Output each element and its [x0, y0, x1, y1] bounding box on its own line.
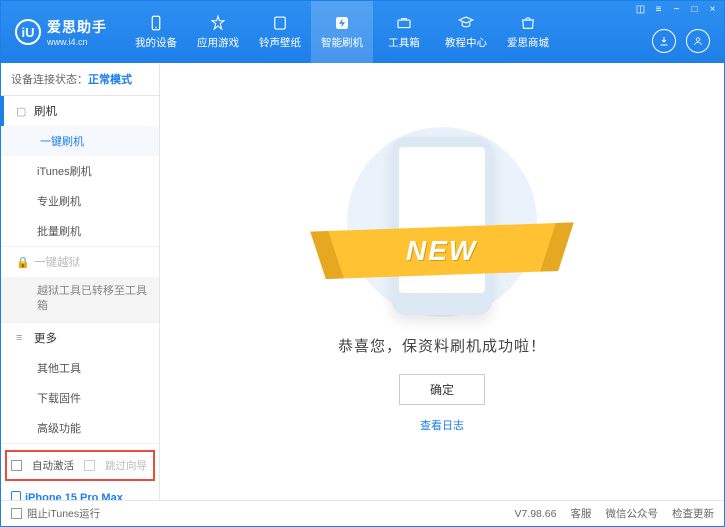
nav-ringtone-wallpaper[interactable]: 铃声壁纸	[249, 1, 311, 63]
jailbreak-note: 越狱工具已转移至工具箱	[1, 277, 159, 322]
account-button[interactable]	[686, 29, 710, 53]
logo: iU 爱思助手 www.i4.cn	[1, 17, 119, 47]
device-icon	[147, 14, 165, 32]
block-itunes-checkbox[interactable]	[11, 508, 22, 519]
status-mode: 正常模式	[88, 74, 132, 86]
auto-activate-checkbox[interactable]	[11, 460, 22, 471]
toolbox-icon	[395, 14, 413, 32]
options-row: 自动激活 跳过向导	[5, 450, 155, 481]
lock-icon: 🔒	[16, 256, 28, 269]
section-jailbreak: 🔒 一键越狱	[1, 247, 159, 277]
sidebar: 设备连接状态：正常模式 ▢刷机 一键刷机 iTunes刷机 专业刷机 批量刷机 …	[1, 63, 160, 500]
nav-label: 教程中心	[445, 35, 487, 50]
apps-icon	[209, 14, 227, 32]
sidebar-item-pro-flash[interactable]: 专业刷机	[1, 186, 159, 216]
store-icon	[519, 14, 537, 32]
logo-icon: iU	[15, 19, 41, 45]
section-title: 一键越狱	[34, 254, 80, 270]
skip-guide-checkbox[interactable]	[84, 460, 95, 471]
main-nav: 我的设备 应用游戏 铃声壁纸 智能刷机 工具箱 教程中心 爱思商城	[125, 1, 559, 63]
skin-icon[interactable]: ◫	[635, 4, 646, 15]
flash-section-icon: ▢	[16, 105, 28, 118]
device-status: 设备连接状态：正常模式	[1, 63, 159, 96]
media-icon	[271, 14, 289, 32]
nav-store[interactable]: 爱思商城	[497, 1, 559, 63]
main-content: NEW 恭喜您，保资料刷机成功啦！ 确定 查看日志	[160, 63, 724, 500]
sidebar-item-batch-flash[interactable]: 批量刷机	[1, 216, 159, 246]
nav-tutorial[interactable]: 教程中心	[435, 1, 497, 63]
minimize-icon[interactable]: −	[671, 4, 682, 15]
version-label: V7.98.66	[514, 508, 556, 520]
nav-my-device[interactable]: 我的设备	[125, 1, 187, 63]
section-flash[interactable]: ▢ 刷机	[1, 96, 159, 126]
app-title: 爱思助手	[47, 17, 107, 37]
app-header: iU 爱思助手 www.i4.cn 我的设备 应用游戏 铃声壁纸 智能刷机 工具…	[1, 1, 724, 63]
sidebar-item-other-tools[interactable]: 其他工具	[1, 353, 159, 383]
nav-label: 工具箱	[388, 35, 420, 50]
section-more[interactable]: ≡ 更多	[1, 323, 159, 353]
nav-label: 我的设备	[135, 35, 177, 50]
support-link[interactable]: 客服	[571, 506, 592, 521]
maximize-icon[interactable]: □	[689, 4, 700, 15]
more-icon: ≡	[16, 332, 28, 344]
sidebar-item-itunes-flash[interactable]: iTunes刷机	[1, 156, 159, 186]
status-label: 设备连接状态：	[11, 74, 88, 86]
app-url: www.i4.cn	[47, 37, 107, 47]
wechat-link[interactable]: 微信公众号	[606, 506, 659, 521]
sidebar-item-advanced[interactable]: 高级功能	[1, 413, 159, 443]
block-itunes-label: 阻止iTunes运行	[27, 506, 100, 521]
sidebar-item-download-firmware[interactable]: 下载固件	[1, 383, 159, 413]
window-controls: ◫ ≡ − □ ×	[635, 4, 718, 15]
nav-apps-games[interactable]: 应用游戏	[187, 1, 249, 63]
status-footer: 阻止iTunes运行 V7.98.66 客服 微信公众号 检查更新	[1, 500, 724, 526]
skip-guide-label: 跳过向导	[105, 458, 147, 473]
success-illustration: NEW	[367, 131, 517, 321]
flash-icon	[333, 14, 351, 32]
section-title: 更多	[34, 330, 57, 346]
section-title: 刷机	[34, 103, 57, 119]
ok-button[interactable]: 确定	[399, 374, 485, 405]
user-icons	[652, 29, 710, 53]
nav-toolbox[interactable]: 工具箱	[373, 1, 435, 63]
device-info: iPhone 15 Pro Max 512GB iPhone	[1, 487, 159, 500]
nav-label: 爱思商城	[507, 35, 549, 50]
new-ribbon: NEW	[327, 222, 557, 278]
nav-label: 智能刷机	[321, 35, 363, 50]
phone-icon	[11, 491, 21, 500]
success-message: 恭喜您，保资料刷机成功啦！	[338, 335, 546, 356]
nav-smart-flash[interactable]: 智能刷机	[311, 1, 373, 63]
menu-icon[interactable]: ≡	[653, 4, 664, 15]
tutorial-icon	[457, 14, 475, 32]
device-name[interactable]: iPhone 15 Pro Max	[11, 491, 149, 500]
auto-activate-label: 自动激活	[32, 458, 74, 473]
nav-label: 铃声壁纸	[259, 35, 301, 50]
view-log-link[interactable]: 查看日志	[420, 417, 464, 433]
sidebar-item-onekey-flash[interactable]: 一键刷机	[1, 126, 159, 156]
close-icon[interactable]: ×	[707, 4, 718, 15]
download-button[interactable]	[652, 29, 676, 53]
nav-label: 应用游戏	[197, 35, 239, 50]
check-update-link[interactable]: 检查更新	[672, 506, 714, 521]
